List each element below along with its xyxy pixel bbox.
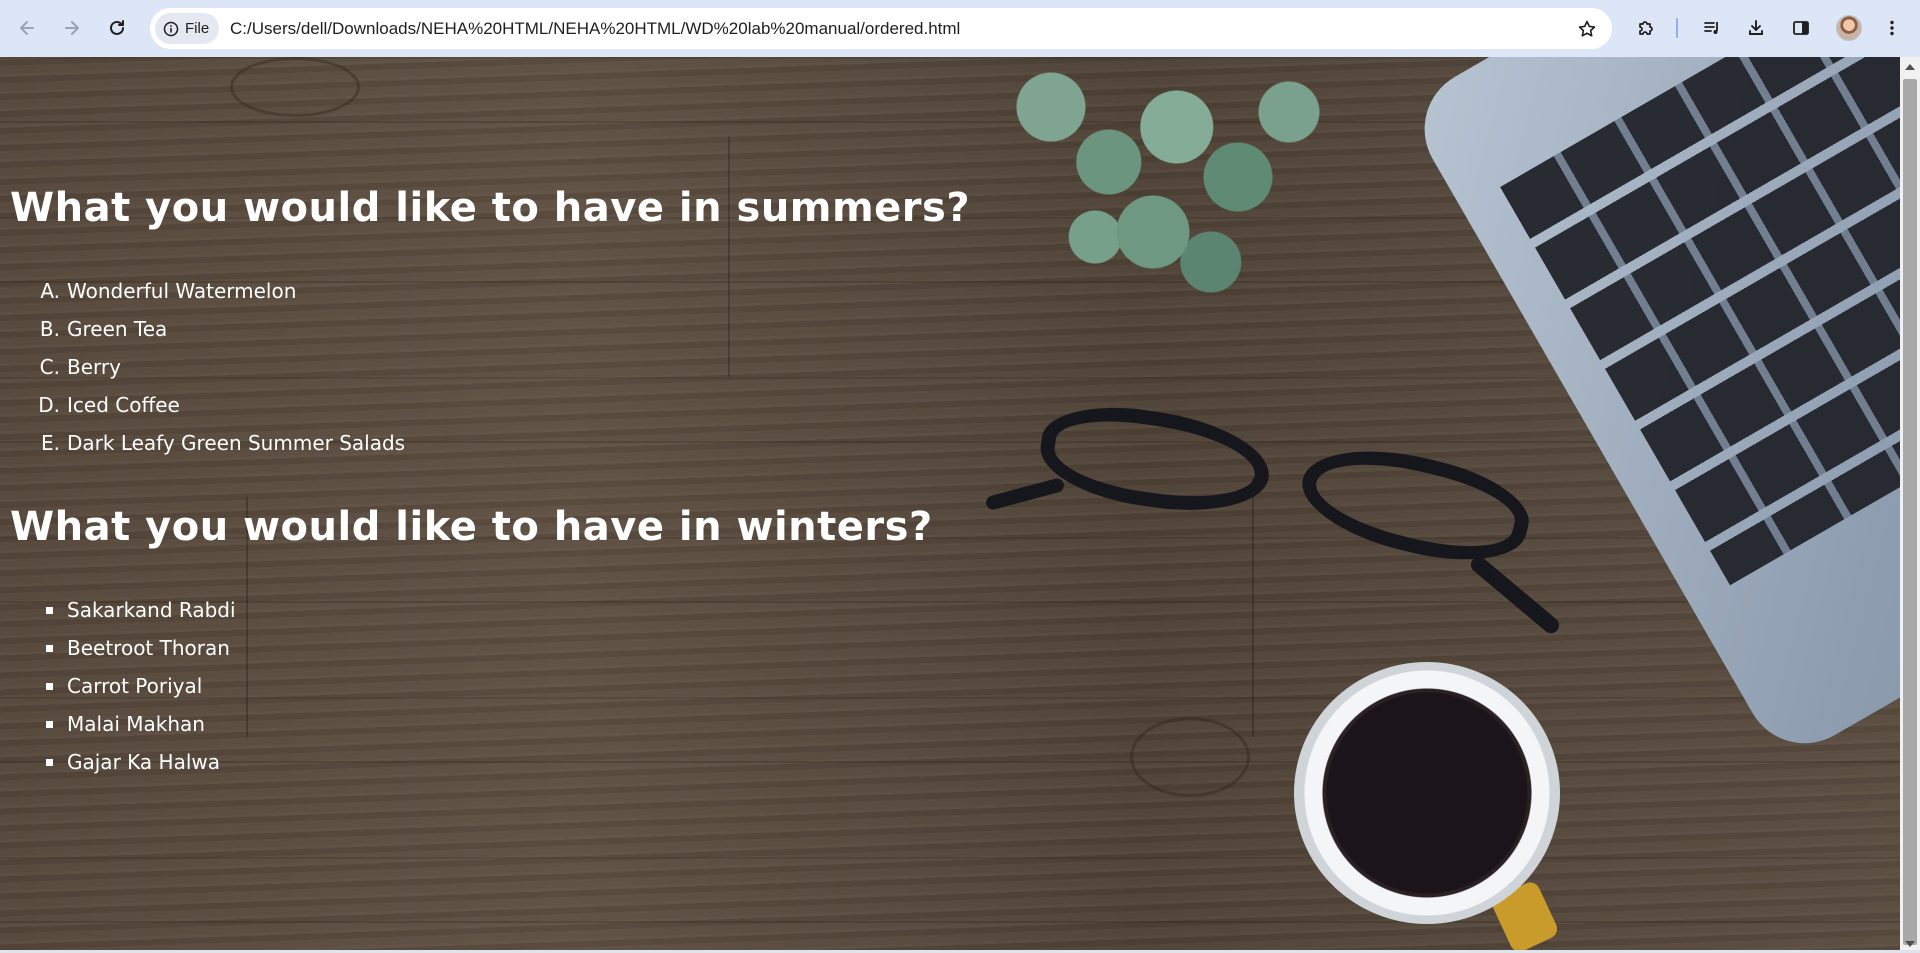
summer-heading: What you would like to have in summers? xyxy=(10,185,971,231)
extensions-button[interactable] xyxy=(1630,12,1662,44)
wood-seam xyxy=(1252,477,1254,737)
square-bullet-icon xyxy=(46,606,53,614)
browser-toolbar: File C:/Users/dell/Downloads/NEHA%20HTML… xyxy=(0,0,1920,57)
scrollbar-thumb[interactable] xyxy=(1903,79,1917,945)
summer-ordered-list: A. Wonderful Watermelon B. Green Tea C. Ber… xyxy=(38,272,405,462)
list-item-text: Sakarkand Rabdi xyxy=(67,598,236,622)
winter-unordered-list: Sakarkand Rabdi Beetroot Thoran Carrot P… xyxy=(36,591,236,781)
info-icon xyxy=(163,21,179,36)
square-bullet-icon xyxy=(46,682,53,690)
media-control-button[interactable] xyxy=(1696,12,1728,44)
list-item-text: Berry xyxy=(67,355,121,379)
reload-button[interactable] xyxy=(101,12,133,44)
winter-heading: What you would like to have in winters? xyxy=(10,504,933,550)
glasses-lens-image xyxy=(1291,430,1539,579)
list-item: A. Wonderful Watermelon xyxy=(38,272,405,310)
list-item-text: Iced Coffee xyxy=(67,393,180,417)
square-bullet-icon xyxy=(46,644,53,652)
reload-icon xyxy=(110,20,124,35)
coffee-mug-image xyxy=(1294,662,1560,924)
downloads-button[interactable] xyxy=(1740,12,1772,44)
address-bar[interactable]: File C:/Users/dell/Downloads/NEHA%20HTML… xyxy=(150,8,1612,49)
list-item: Malai Makhan xyxy=(36,705,236,743)
list-item-text: Malai Makhan xyxy=(67,712,205,736)
scroll-down-arrow-icon[interactable] xyxy=(1905,941,1915,947)
list-marker: B. xyxy=(39,317,60,341)
kebab-menu-icon xyxy=(1890,20,1894,36)
list-item-text: Carrot Poriyal xyxy=(67,674,203,698)
wood-knot xyxy=(1130,717,1250,797)
side-panel-button[interactable] xyxy=(1785,12,1817,44)
list-marker: D. xyxy=(38,393,60,417)
square-bullet-icon xyxy=(46,758,53,766)
list-item-text: Gajar Ka Halwa xyxy=(67,750,220,774)
media-control-icon xyxy=(1704,22,1718,34)
url-text[interactable]: C:/Users/dell/Downloads/NEHA%20HTML/NEHA… xyxy=(230,8,960,49)
list-item: Beetroot Thoran xyxy=(36,629,236,667)
list-item: B. Green Tea xyxy=(38,310,405,348)
puzzle-icon xyxy=(1639,21,1653,35)
profile-avatar[interactable] xyxy=(1836,15,1862,41)
back-button[interactable] xyxy=(11,12,43,44)
scroll-up-arrow-icon[interactable] xyxy=(1905,64,1915,70)
forward-arrow-icon xyxy=(65,21,79,35)
glasses-arm-image xyxy=(984,476,1066,512)
list-item: Sakarkand Rabdi xyxy=(36,591,236,629)
list-marker: A. xyxy=(40,279,60,303)
browser-menu-button[interactable] xyxy=(1876,12,1908,44)
list-item: D. Iced Coffee xyxy=(38,386,405,424)
list-item-text: Green Tea xyxy=(67,317,168,341)
wood-seam xyxy=(728,137,730,377)
list-item: E. Dark Leafy Green Summer Salads xyxy=(38,424,405,462)
download-icon xyxy=(1749,20,1763,35)
back-arrow-icon xyxy=(20,21,34,35)
glasses-arm-image xyxy=(1467,553,1563,637)
list-marker: E. xyxy=(41,431,60,455)
list-marker: C. xyxy=(39,355,60,379)
glasses-lens-image xyxy=(1034,396,1276,523)
star-icon xyxy=(1578,20,1596,37)
list-item-text: Dark Leafy Green Summer Salads xyxy=(67,431,406,455)
site-info-chip[interactable]: File xyxy=(155,13,220,44)
toolbar-separator xyxy=(1676,18,1678,38)
side-panel-icon xyxy=(1793,21,1809,35)
list-item: Carrot Poriyal xyxy=(36,667,236,705)
site-chip-label: File xyxy=(185,20,210,37)
list-item-text: Beetroot Thoran xyxy=(67,636,230,660)
list-item: Gajar Ka Halwa xyxy=(36,743,236,781)
succulent-plant-image xyxy=(1000,57,1340,307)
forward-button[interactable] xyxy=(56,12,88,44)
vertical-scrollbar[interactable] xyxy=(1900,57,1920,950)
list-item-text: Wonderful Watermelon xyxy=(67,279,297,303)
bookmark-button[interactable] xyxy=(1572,14,1602,44)
square-bullet-icon xyxy=(46,720,53,728)
list-item: C. Berry xyxy=(38,348,405,386)
page-viewport: What you would like to have in summers? … xyxy=(0,57,1900,950)
wood-knot xyxy=(230,57,360,117)
